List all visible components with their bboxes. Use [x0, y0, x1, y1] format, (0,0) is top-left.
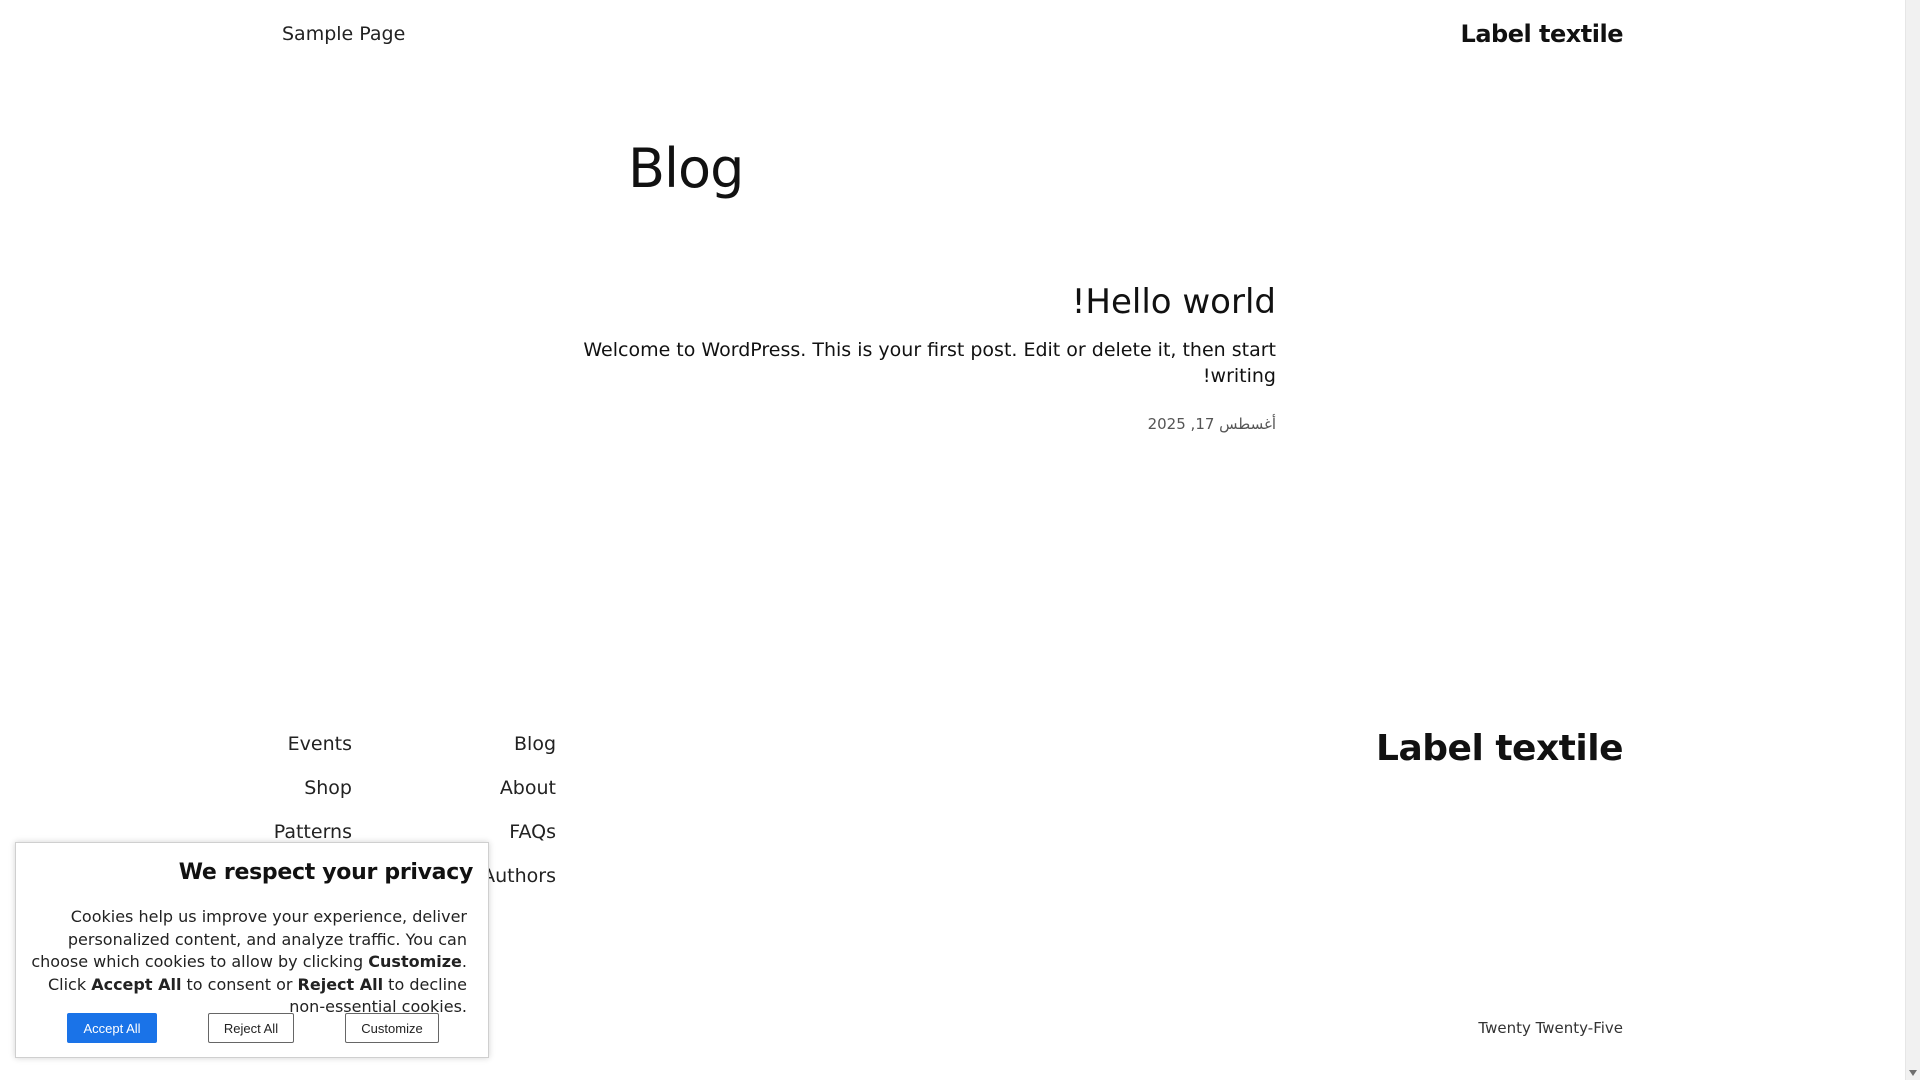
footer-link-blog[interactable]: Blog	[482, 730, 556, 774]
cookie-banner-title: We respect your privacy	[178, 860, 474, 885]
vertical-scrollbar[interactable]	[1905, 0, 1920, 1080]
cookie-banner-text: Cookies help us improve your experience,…	[27, 906, 467, 1019]
cookie-consent-banner: We respect your privacy Cookies help us …	[15, 842, 489, 1058]
scroll-down-arrow-icon[interactable]	[1909, 1070, 1917, 1076]
accept-all-button[interactable]: Accept All	[67, 1013, 157, 1043]
reject-all-button[interactable]: Reject All	[208, 1013, 294, 1043]
site-title[interactable]: Label textile	[1461, 20, 1624, 48]
cookie-text-accept-all: Accept All	[91, 974, 182, 994]
cookie-text-part-3: to consent or	[181, 974, 298, 994]
page-title: Blog	[628, 137, 744, 200]
page: Label textile Sample Page Blog Hello wor…	[0, 0, 1920, 1080]
post-excerpt: Welcome to WordPress. This is your first…	[583, 339, 1276, 387]
theme-credit[interactable]: Twenty Twenty-Five	[1478, 1019, 1623, 1037]
nav-item-sample-page[interactable]: Sample Page	[282, 23, 405, 45]
footer-site-title[interactable]: Label textile	[1376, 728, 1623, 769]
cookie-text-reject-all: Reject All	[297, 974, 384, 994]
footer-nav-column-1: Blog About FAQs Authors	[482, 730, 556, 906]
post-entry: Hello world! Welcome to WordPress. This …	[516, 280, 1276, 433]
footer-link-events[interactable]: Events	[274, 730, 352, 774]
footer-link-faqs[interactable]: FAQs	[482, 818, 556, 862]
post-title-link[interactable]: Hello world!	[516, 280, 1276, 324]
footer-link-authors[interactable]: Authors	[482, 862, 556, 906]
customize-button[interactable]: Customize	[345, 1013, 439, 1043]
cookie-text-customize: Customize	[368, 952, 462, 971]
footer-link-shop[interactable]: Shop	[274, 774, 352, 818]
footer-link-about[interactable]: About	[482, 774, 556, 818]
post-date[interactable]: أغسطس 17, 2025	[516, 415, 1276, 433]
